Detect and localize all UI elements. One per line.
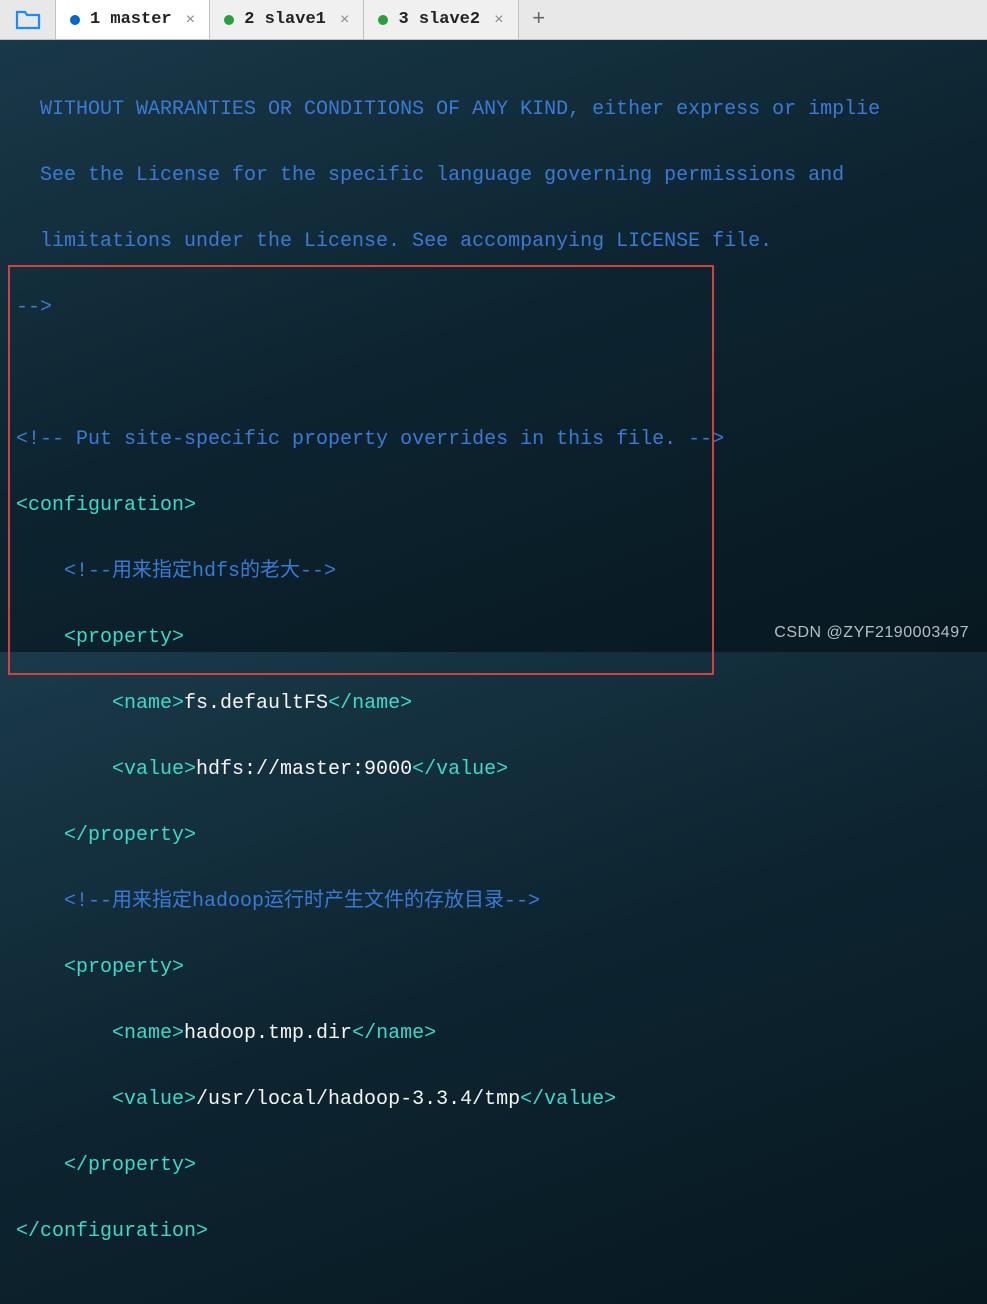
tab-label: 2 slave1 bbox=[244, 10, 326, 29]
comment-open: <!-- bbox=[16, 890, 112, 913]
xml-value: /usr/local/hadoop-3.3.4/tmp bbox=[196, 1088, 520, 1111]
modified-dot-icon bbox=[70, 15, 80, 25]
xml-value: fs.defaultFS bbox=[184, 692, 328, 715]
tab-slave2[interactable]: 3 slave2 × bbox=[364, 0, 518, 39]
close-icon[interactable]: × bbox=[186, 11, 196, 29]
modified-dot-icon bbox=[378, 15, 388, 25]
comment-close: --> bbox=[300, 560, 336, 583]
xml-tag: </value> bbox=[412, 758, 508, 781]
tab-label: 3 slave2 bbox=[398, 10, 480, 29]
xml-tag: </value> bbox=[520, 1088, 616, 1111]
comment-open: <!-- bbox=[16, 560, 112, 583]
comment-text: limitations under the License. See accom… bbox=[16, 230, 772, 253]
comment-text: 用来指定hdfs的老大 bbox=[112, 560, 300, 583]
comment-text: WITHOUT WARRANTIES OR CONDITIONS OF ANY … bbox=[16, 98, 880, 121]
tab-label: 1 master bbox=[90, 10, 172, 29]
code-editor[interactable]: WITHOUT WARRANTIES OR CONDITIONS OF ANY … bbox=[0, 40, 987, 1304]
highlight-annotation bbox=[8, 265, 714, 675]
comment-text: <!-- Put site-specific property override… bbox=[16, 428, 724, 451]
watermark-text: CSDN @ZYF2190003497 bbox=[774, 624, 969, 642]
folder-icon bbox=[15, 9, 41, 31]
xml-tag: <configuration> bbox=[16, 494, 196, 517]
new-tab-button[interactable]: + bbox=[519, 7, 559, 32]
close-icon[interactable]: × bbox=[494, 11, 504, 29]
folder-button[interactable] bbox=[0, 0, 56, 39]
tab-slave1[interactable]: 2 slave1 × bbox=[210, 0, 364, 39]
tab-master[interactable]: 1 master × bbox=[56, 0, 210, 39]
xml-value: hdfs://master:9000 bbox=[196, 758, 412, 781]
comment-text: See the License for the specific languag… bbox=[16, 164, 844, 187]
xml-tag: <name> bbox=[16, 692, 184, 715]
comment-close: --> bbox=[16, 296, 52, 319]
xml-tag: <property> bbox=[16, 626, 184, 649]
xml-tag: <property> bbox=[16, 956, 184, 979]
close-icon[interactable]: × bbox=[340, 11, 350, 29]
xml-tag: </name> bbox=[328, 692, 412, 715]
xml-tag: </name> bbox=[352, 1022, 436, 1045]
xml-tag: </configuration> bbox=[16, 1220, 208, 1243]
xml-tag: </property> bbox=[16, 824, 196, 847]
comment-text: 用来指定hadoop运行时产生文件的存放目录 bbox=[112, 890, 504, 913]
xml-tag: <value> bbox=[16, 758, 196, 781]
xml-value: hadoop.tmp.dir bbox=[184, 1022, 352, 1045]
tab-bar: 1 master × 2 slave1 × 3 slave2 × + bbox=[0, 0, 987, 40]
comment-close: --> bbox=[504, 890, 540, 913]
xml-tag: </property> bbox=[16, 1154, 196, 1177]
xml-tag: <name> bbox=[16, 1022, 184, 1045]
plus-icon: + bbox=[532, 7, 545, 32]
modified-dot-icon bbox=[224, 15, 234, 25]
xml-tag: <value> bbox=[16, 1088, 196, 1111]
